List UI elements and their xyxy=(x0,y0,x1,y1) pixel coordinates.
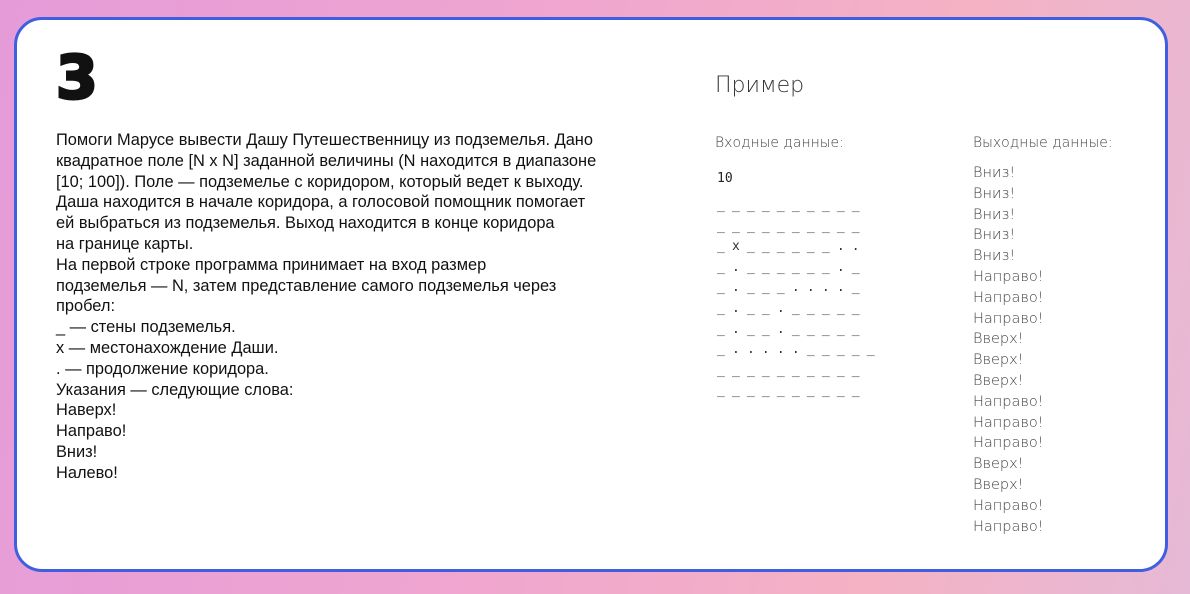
description-line: на границе карты. xyxy=(56,234,194,253)
output-item: Вверх! xyxy=(973,476,1024,493)
grid-row: _.__._____ xyxy=(717,300,867,316)
commands-heading: Указания — следующие слова: xyxy=(56,380,294,399)
output-item: Направо! xyxy=(973,414,1044,431)
grid-row: _x______.. xyxy=(717,239,867,255)
output-item: Направо! xyxy=(973,268,1044,285)
output-label: Выходные данные: xyxy=(973,135,1113,151)
grid-row: __________ xyxy=(717,362,867,378)
output-item: Вниз! xyxy=(973,206,1016,223)
output-item: Направо! xyxy=(973,518,1044,535)
description-line: Даша находится в начале коридора, а голо… xyxy=(56,193,586,212)
task-description: Помоги Марусе вывести Дашу Путешественни… xyxy=(56,130,666,484)
output-item: Вверх! xyxy=(973,352,1024,369)
output-item: Вниз! xyxy=(973,185,1016,202)
output-item: Направо! xyxy=(973,393,1044,410)
description-line: ей выбраться из подземелья. Выход находи… xyxy=(56,214,555,233)
command-up: Наверх! xyxy=(56,401,117,420)
command-right: Направо! xyxy=(56,422,127,441)
legend-corridor: . — продолжение коридора. xyxy=(56,359,269,378)
input-label: Входные данные: xyxy=(715,135,844,151)
output-item: Вниз! xyxy=(973,248,1016,265)
output-item: Вверх! xyxy=(973,456,1024,473)
description-line: подземелья — N, затем представление само… xyxy=(56,276,557,295)
task-card: 3 Помоги Марусе вывести Дашу Путешествен… xyxy=(14,17,1168,572)
grid-row: __________ xyxy=(717,218,867,234)
grid-row: _.______._ xyxy=(717,259,867,275)
grid-row: __________ xyxy=(717,198,867,213)
output-item: Вверх! xyxy=(973,331,1024,348)
legend-dasha: x — местонахождение Даши. xyxy=(56,338,279,357)
input-size: 10 xyxy=(717,171,733,186)
output-item: Направо! xyxy=(973,289,1044,306)
output-item: Вниз! xyxy=(973,227,1016,244)
description-line: На первой строке программа принимает на … xyxy=(56,255,487,274)
grid-row: __________ xyxy=(717,383,867,399)
dungeon-grid: __________ __________ _x______.. _._____… xyxy=(717,196,882,402)
output-list: Вниз! Вниз! Вниз! Вниз! Вниз! Направо! Н… xyxy=(973,163,1044,537)
grid-row: _....._____ xyxy=(717,342,882,358)
output-item: Вверх! xyxy=(973,372,1024,389)
grid-row: _.___...._ xyxy=(717,280,867,296)
example-title: Пример xyxy=(715,73,805,98)
output-item: Направо! xyxy=(973,435,1044,452)
command-down: Вниз! xyxy=(56,442,98,461)
output-item: Направо! xyxy=(973,310,1044,327)
description-line: Помоги Марусе вывести Дашу Путешественни… xyxy=(56,131,593,149)
description-line: квадратное поле [N x N] заданной величин… xyxy=(56,151,597,170)
description-line: [10; 100]). Поле — подземелье с коридоро… xyxy=(56,172,584,191)
output-item: Вниз! xyxy=(973,165,1016,181)
grid-row: _.__._____ xyxy=(717,321,867,337)
command-left: Налево! xyxy=(56,463,118,482)
description-line: пробел: xyxy=(56,297,115,316)
task-number: 3 xyxy=(55,42,100,115)
legend-walls: _ — стены подземелья. xyxy=(56,318,236,337)
output-item: Направо! xyxy=(973,497,1044,514)
